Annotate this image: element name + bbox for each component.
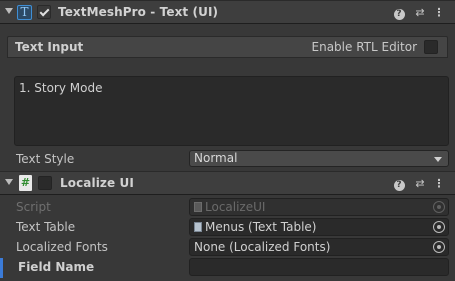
field-name-input[interactable]: [189, 258, 449, 276]
text-table-value: Menus (Text Table): [205, 220, 317, 234]
help-icon[interactable]: ?: [393, 177, 405, 191]
text-table-field[interactable]: Menus (Text Table): [189, 218, 449, 236]
context-menu-icon[interactable]: ⋮: [433, 177, 445, 190]
text-input-value: 1. Story Mode: [19, 81, 103, 95]
presets-icon[interactable]: ⇄: [414, 6, 426, 19]
help-icon[interactable]: ?: [393, 6, 405, 20]
chevron-down-icon: [434, 157, 442, 162]
object-picker-icon[interactable]: [433, 221, 445, 233]
text-table-label: Text Table: [16, 220, 76, 234]
context-menu-icon[interactable]: ⋮: [433, 6, 445, 19]
textmeshpro-header[interactable]: T TextMeshPro - Text (UI) ? ⇄ ⋮: [0, 0, 455, 24]
text-style-value: Normal: [194, 151, 238, 165]
text-style-dropdown[interactable]: Normal: [189, 150, 449, 167]
field-name-accent-bar: [0, 258, 3, 278]
presets-icon[interactable]: ⇄: [414, 177, 426, 190]
object-picker-icon: [433, 201, 445, 213]
foldout-arrow-icon[interactable]: [5, 8, 13, 14]
textmeshpro-icon: T: [17, 5, 32, 20]
script-asset-icon: [194, 202, 202, 212]
text-style-label: Text Style: [16, 152, 75, 166]
localized-fonts-label: Localized Fonts: [16, 240, 108, 254]
field-name-label: Field Name: [18, 260, 95, 274]
localize-enabled-checkbox[interactable]: [38, 176, 52, 190]
text-input-panel-header: Text Input Enable RTL Editor: [7, 36, 448, 58]
script-label: Script: [16, 200, 51, 214]
component-title: Localize UI: [60, 176, 134, 190]
localize-script-icon: #: [19, 175, 32, 191]
localize-header[interactable]: # Localize UI ? ⇄ ⋮: [0, 171, 455, 195]
script-field: LocalizeUI: [189, 198, 449, 216]
text-table-asset-icon: [194, 222, 202, 232]
script-value: LocalizeUI: [205, 200, 266, 214]
rtl-editor-label: Enable RTL Editor: [311, 40, 418, 54]
text-input-area[interactable]: 1. Story Mode: [14, 76, 449, 146]
foldout-arrow-icon[interactable]: [5, 179, 13, 185]
text-input-heading: Text Input: [15, 40, 84, 54]
rtl-editor-checkbox[interactable]: [424, 40, 438, 54]
textmeshpro-enabled-checkbox[interactable]: [37, 5, 51, 19]
component-title: TextMeshPro - Text (UI): [58, 5, 219, 19]
object-picker-icon[interactable]: [433, 241, 445, 253]
localized-fonts-field[interactable]: None (Localized Fonts): [189, 238, 449, 256]
localized-fonts-value: None (Localized Fonts): [194, 240, 331, 254]
